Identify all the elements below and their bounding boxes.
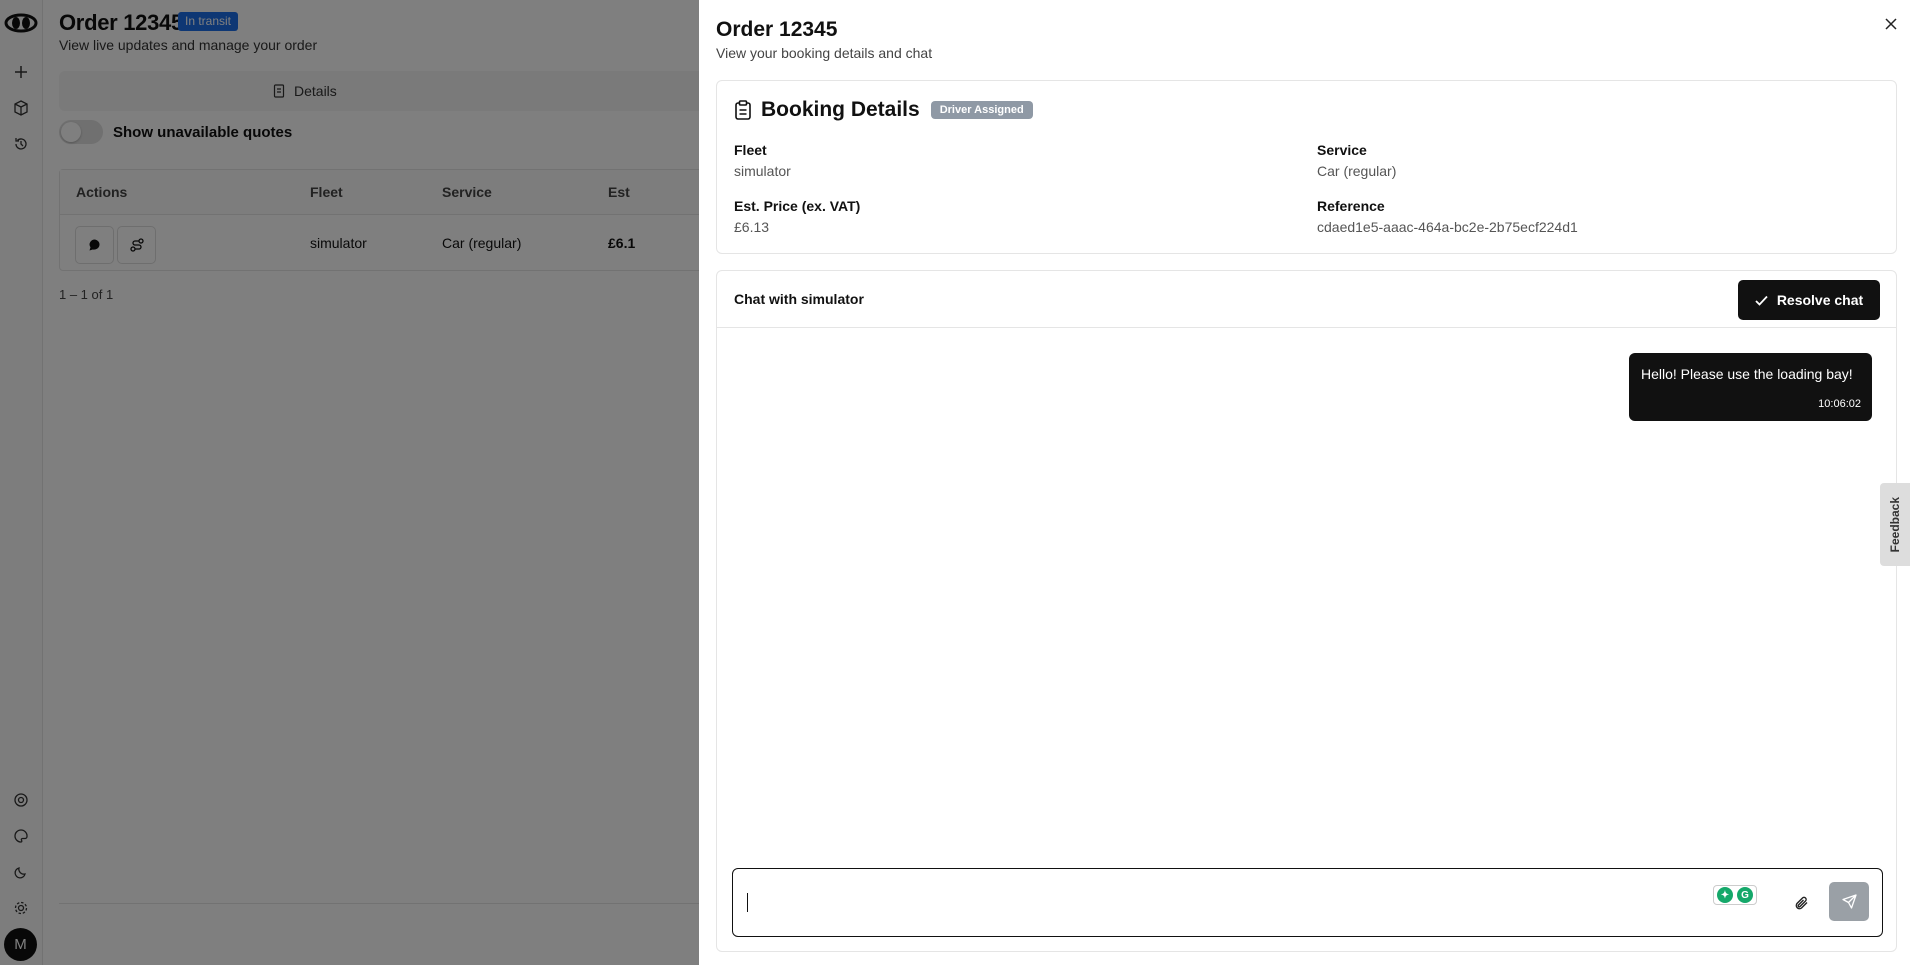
resolve-chat-label: Resolve chat	[1776, 292, 1864, 308]
drawer-subtitle: View your booking details and chat	[716, 45, 933, 61]
close-drawer-button[interactable]	[1881, 14, 1901, 34]
message-text: Hello! Please use the loading bay!	[1641, 366, 1853, 382]
chat-header: Chat with simulator Resolve chat	[717, 271, 1896, 328]
price-field: Est. Price (ex. VAT) £6.13	[734, 198, 860, 235]
reference-value: cdaed1e5-aaac-464a-bc2e-2b75ecf224d1	[1317, 219, 1578, 235]
feedback-label: Feedback	[1888, 496, 1902, 553]
driver-status-badge: Driver Assigned	[930, 101, 1033, 119]
service-field: Service Car (regular)	[1317, 142, 1396, 179]
assistant-extension-icon[interactable]: ✦	[1717, 887, 1733, 903]
chat-title: Chat with simulator	[734, 291, 864, 307]
clipboard-icon	[735, 100, 751, 120]
grammarly-icon[interactable]: G	[1737, 887, 1753, 903]
extension-badges[interactable]: ✦ G	[1713, 885, 1757, 905]
chat-message: Hello! Please use the loading bay! 10:06…	[1629, 353, 1872, 421]
attach-file-button[interactable]	[1792, 893, 1812, 913]
service-value: Car (regular)	[1317, 163, 1397, 179]
price-value: £6.13	[734, 219, 770, 235]
send-message-button[interactable]	[1829, 882, 1869, 921]
send-icon	[1841, 894, 1857, 909]
booking-details-header: Booking Details Driver Assigned	[734, 98, 1033, 122]
chat-card: Chat with simulator Resolve chat Hello! …	[716, 270, 1897, 952]
service-label: Service	[1317, 142, 1367, 158]
order-drawer: Order 12345 View your booking details an…	[699, 0, 1910, 965]
fleet-value: simulator	[734, 163, 791, 179]
fleet-label: Fleet	[734, 142, 767, 158]
resolve-chat-button[interactable]: Resolve chat	[1738, 280, 1880, 320]
close-icon	[1885, 18, 1897, 30]
booking-details-card: Booking Details Driver Assigned Fleet si…	[716, 80, 1897, 254]
message-timestamp: 10:06:02	[1818, 398, 1861, 410]
reference-label: Reference	[1317, 198, 1385, 214]
fleet-field: Fleet simulator	[734, 142, 791, 179]
price-label: Est. Price (ex. VAT)	[734, 198, 861, 214]
feedback-tab[interactable]: Feedback	[1880, 483, 1910, 566]
message-input[interactable]: ✦ G	[732, 868, 1883, 937]
drawer-title: Order 12345	[716, 18, 838, 41]
text-caret	[747, 893, 748, 912]
booking-details-title: Booking Details	[761, 98, 920, 121]
check-icon	[1755, 295, 1768, 306]
reference-field: Reference cdaed1e5-aaac-464a-bc2e-2b75ec…	[1317, 198, 1578, 235]
paperclip-icon	[1795, 896, 1808, 910]
